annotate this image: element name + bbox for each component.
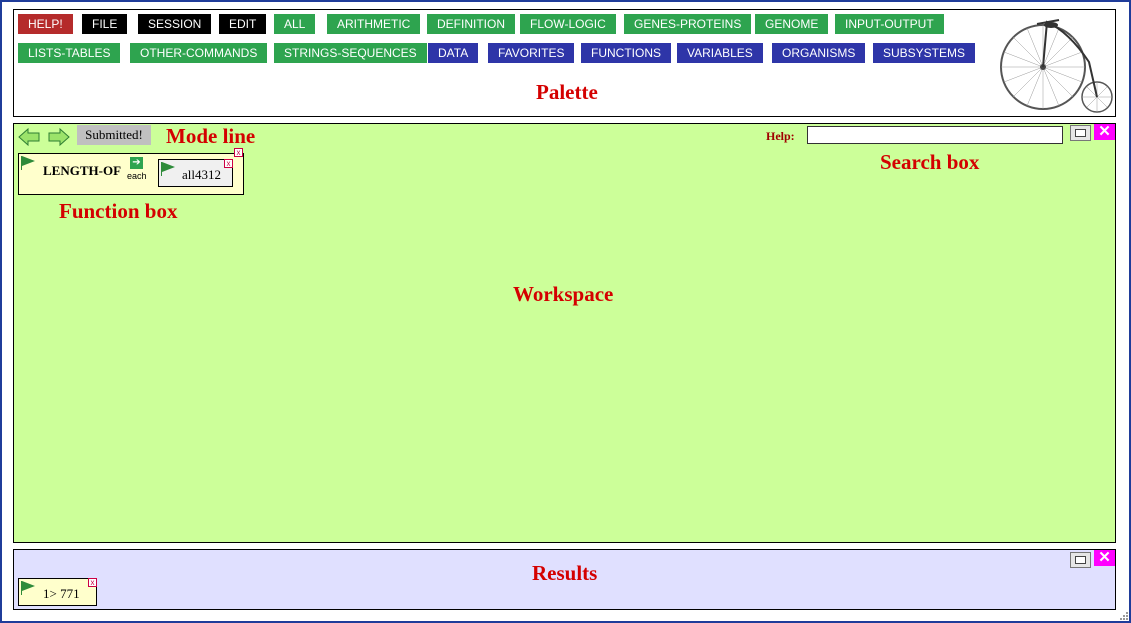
mode-line: Submitted! [77,125,151,145]
function-box[interactable]: LENGTH-OF ➔ each all4312 x x [18,148,244,195]
penny-farthing-bicycle-icon [1000,19,1113,113]
result-value: 1> 771 [43,586,80,601]
argument-close-icon[interactable]: x [224,159,233,168]
palette-button-strings-sequences[interactable]: STRINGS-SEQUENCES [274,43,427,63]
palette-button-lists-tables[interactable]: LISTS-TABLES [18,43,121,63]
help-label: Help: [766,129,795,143]
palette-button-variables[interactable]: VARIABLES [677,43,763,63]
results-window-button[interactable] [1070,552,1091,568]
search-box-annotation: Search box [880,150,980,174]
result-flag-icon[interactable] [22,581,35,591]
palette-button-help[interactable]: HELP! [18,14,73,34]
function-box-annotation: Function box [59,199,178,223]
palette-button-session[interactable]: SESSION [138,14,212,34]
back-arrow-icon[interactable] [18,127,40,147]
palette-button-definition[interactable]: DEFINITION [427,14,515,34]
forward-arrow-icon[interactable] [48,127,70,147]
resize-grip-icon[interactable] [1119,611,1129,621]
palette-button-edit[interactable]: EDIT [219,14,267,34]
each-arrow-icon[interactable]: ➔ [130,157,143,169]
palette-button-all[interactable]: ALL [274,14,316,34]
function-flag-icon[interactable] [22,156,35,166]
palette-button-input-output[interactable]: INPUT-OUTPUT [835,14,944,34]
palette-button-flow-logic[interactable]: FLOW-LOGIC [520,14,616,34]
palette-button-arithmetic[interactable]: ARITHMETIC [327,14,421,34]
results-close-icon[interactable]: ✕ [1094,550,1115,566]
palette-button-genome[interactable]: GENOME [755,14,829,34]
result-close-icon[interactable]: x [88,578,97,587]
palette-button-favorites[interactable]: FAVORITES [488,43,575,63]
argument-value[interactable]: all4312 [182,167,221,183]
workspace-panel[interactable]: Submitted! Mode line Help: ✕ Search box … [13,123,1116,543]
result-entry[interactable]: 1> 771 x [18,578,97,606]
each-label: each [127,171,147,181]
palette-button-subsystems[interactable]: SUBSYSTEMS [873,43,976,63]
argument-flag-icon[interactable] [162,162,175,172]
palette-button-organisms[interactable]: ORGANISMS [772,43,866,63]
mode-line-annotation: Mode line [166,124,256,148]
function-name: LENGTH-OF [43,163,122,178]
workspace-close-icon[interactable]: ✕ [1094,124,1115,140]
palette-button-genes-proteins[interactable]: GENES-PROTEINS [624,14,752,34]
palette-button-other-commands[interactable]: OTHER-COMMANDS [130,43,268,63]
palette-button-data[interactable]: DATA [428,43,479,63]
help-search-input[interactable] [807,126,1063,144]
palette-panel: HELP! FILE SESSION EDIT ALL ARITHMETIC D… [13,9,1116,117]
palette-button-file[interactable]: FILE [82,14,128,34]
function-box-close-icon[interactable]: x [234,148,243,157]
workspace-annotation: Workspace [513,282,614,306]
results-annotation: Results [532,561,598,585]
palette-annotation: Palette [536,80,598,104]
results-panel: Results ✕ 1> 771 x [13,549,1116,610]
workspace-window-button[interactable] [1070,125,1091,141]
argument-box[interactable]: all4312 x [158,159,233,187]
palette-button-functions[interactable]: FUNCTIONS [581,43,671,63]
